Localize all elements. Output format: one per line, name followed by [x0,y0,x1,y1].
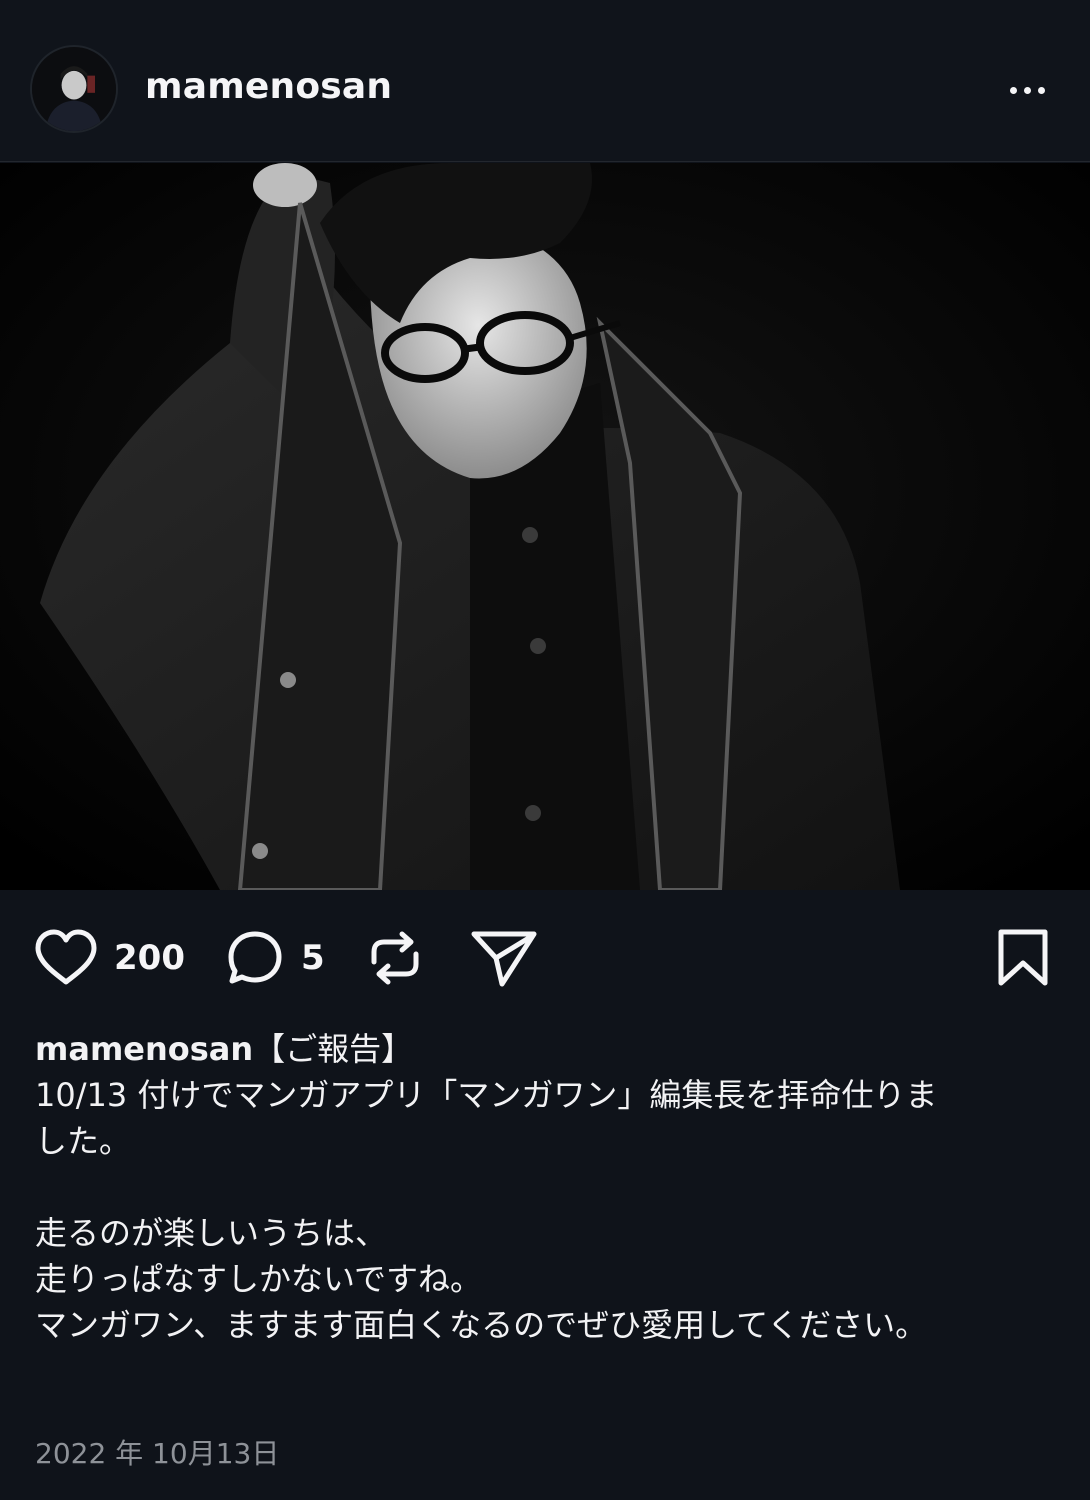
caption-username[interactable]: mamenosan [35,1030,253,1068]
avatar-image [32,47,116,131]
comment-button[interactable]: 5 [225,928,325,988]
caption-line: した。 [35,1122,132,1160]
save-button[interactable] [996,928,1050,988]
bookmark-icon [998,929,1048,986]
portrait-image [0,163,1090,890]
caption-line: 走りっぱなすしかないですね。 [35,1260,483,1298]
post-caption: mamenosan【ご報告】 10/13 付けでマンガアプリ「マンガワン」編集長… [35,1026,1055,1394]
more-options-icon[interactable] [995,70,1059,110]
repost-button[interactable] [366,928,424,988]
comment-bubble-icon [228,931,282,984]
post-date: 2022 年 10月13日 [35,1437,280,1470]
comment-count: 5 [301,938,325,978]
caption-line: 10/13 付けでマンガアプリ「マンガワン」編集長を拝命仕りま [35,1076,938,1114]
send-icon [471,931,537,987]
header-username[interactable]: mamenosan [145,66,392,107]
share-button[interactable] [470,928,538,990]
like-button[interactable]: 200 [34,928,185,988]
heart-icon [35,929,97,985]
caption-line [35,1348,1055,1394]
like-count: 200 [114,938,185,978]
avatar[interactable] [30,45,118,133]
post-photo[interactable] [0,163,1090,890]
caption-line: マンガワン、ますます面白くなるのでぜひ愛用してください。 [35,1306,928,1344]
post-header: mamenosan [0,0,1090,162]
caption-head: 【ご報告】 [253,1030,414,1068]
caption-line: 走るのが楽しいうちは、 [35,1214,388,1252]
caption-first-line: mamenosan【ご報告】 [35,1026,1055,1072]
repost-icon [371,931,419,985]
caption-line [35,1164,1055,1210]
action-bar: 200 5 [0,890,1090,1030]
